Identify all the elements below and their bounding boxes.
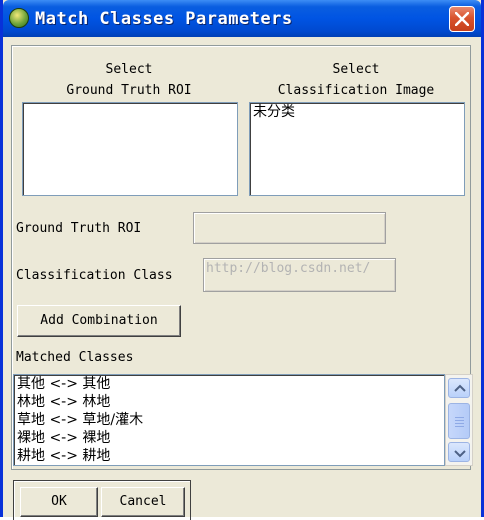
- envi-globe-icon: [9, 8, 29, 28]
- ground-truth-select-line2: Ground Truth ROI: [66, 83, 192, 98]
- matched-classes-label: Matched Classes: [16, 350, 134, 365]
- ground-truth-select-label: Select Ground Truth ROI: [21, 62, 237, 99]
- list-item[interactable]: 草地 <-> 草地/灌木: [14, 411, 444, 429]
- window-title: Match Classes Parameters: [35, 9, 293, 29]
- watermark-text: http://blog.csdn.net/: [206, 261, 371, 276]
- chevron-up-icon: [454, 384, 466, 392]
- grip-line: [455, 417, 464, 418]
- scroll-up-button[interactable]: [448, 378, 470, 398]
- dialog-window: Match Classes Parameters Select Ground T…: [0, 0, 484, 520]
- classification-select-line2: Classification Image: [277, 83, 435, 98]
- list-item[interactable]: 未分类: [250, 103, 464, 121]
- grip-line: [455, 423, 464, 424]
- classification-image-list[interactable]: 未分类: [249, 102, 465, 196]
- scroll-thumb[interactable]: [448, 403, 470, 439]
- chevron-down-icon: [454, 450, 466, 458]
- add-combination-button[interactable]: Add Combination: [17, 305, 181, 337]
- ok-button[interactable]: OK: [20, 487, 98, 517]
- title-bar[interactable]: Match Classes Parameters: [3, 0, 481, 37]
- ground-truth-roi-label: Ground Truth ROI: [16, 221, 142, 236]
- grip-line: [455, 426, 464, 427]
- classification-select-label: Select Classification Image: [248, 62, 464, 99]
- ground-truth-roi-list[interactable]: [22, 102, 238, 196]
- ground-truth-roi-field[interactable]: [193, 212, 386, 244]
- matched-classes-list[interactable]: 其他 <-> 其他 林地 <-> 林地 草地 <-> 草地/灌木 裸地 <-> …: [13, 374, 445, 466]
- matched-classes-scrollbar[interactable]: [445, 374, 473, 466]
- scroll-down-button[interactable]: [448, 442, 470, 462]
- list-item[interactable]: 耕地 <-> 耕地: [14, 447, 444, 465]
- grip-line: [455, 420, 464, 421]
- close-button[interactable]: [449, 6, 475, 32]
- list-item[interactable]: 裸地 <-> 裸地: [14, 429, 444, 447]
- classification-class-label: Classification Class: [16, 268, 173, 283]
- list-item[interactable]: 其他 <-> 其他: [14, 375, 444, 393]
- cancel-button[interactable]: Cancel: [101, 487, 185, 517]
- list-item[interactable]: 林地 <-> 林地: [14, 393, 444, 411]
- close-x-icon: [455, 12, 469, 26]
- classification-select-line1: Select: [332, 62, 380, 77]
- ground-truth-select-line1: Select: [105, 62, 153, 77]
